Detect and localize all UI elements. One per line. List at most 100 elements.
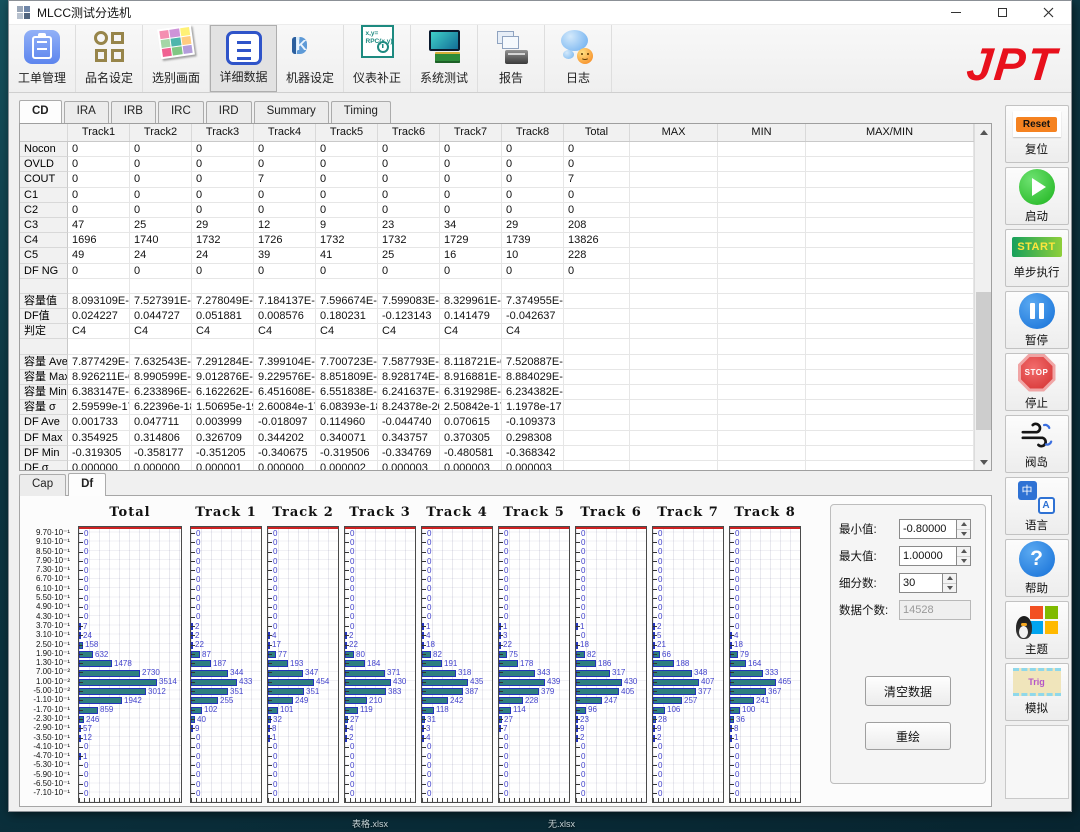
sidebar-button-wind[interactable]: 阀岛: [1005, 415, 1069, 473]
cell: 0: [316, 172, 378, 187]
histogram-bin: 36: [730, 715, 800, 724]
bin-count-label: 0: [350, 530, 354, 538]
tab-timing[interactable]: Timing: [331, 101, 391, 123]
cell: [718, 461, 806, 470]
bin-count-label: 0: [84, 771, 88, 779]
bin-count-label: 4: [734, 632, 738, 640]
cell: [718, 355, 806, 370]
min-value-field[interactable]: -0.80000: [899, 519, 957, 539]
axis-tick-icon: [268, 765, 272, 766]
min-value-spinner[interactable]: [957, 519, 971, 539]
toolbar-button-log[interactable]: 日志: [545, 25, 612, 92]
bin-count-label: 0: [84, 604, 88, 612]
desktop-file-label[interactable]: 无.xlsx: [548, 817, 575, 830]
cell: 7.527391E-06: [130, 294, 192, 309]
histogram-bar: [191, 697, 218, 704]
bin-count-label: 0: [196, 539, 200, 547]
toolbar-button-product-name[interactable]: 品名设定: [76, 25, 143, 92]
bin-count-label: 0: [427, 558, 431, 566]
sidebar-button-translate[interactable]: 中A语言: [1005, 477, 1069, 535]
tab-ird[interactable]: IRD: [206, 101, 252, 123]
toolbar-button-meter-calibration[interactable]: x,y= RPC(x,y) 仪表补正: [344, 25, 411, 92]
row-header: 容量 Ave: [20, 355, 68, 370]
bins-field[interactable]: 30: [899, 573, 943, 593]
histogram-bin: 0: [653, 585, 723, 594]
bins-spinner[interactable]: [943, 573, 957, 593]
max-value-field[interactable]: 1.00000: [899, 546, 957, 566]
bin-count-label: 22: [195, 641, 204, 649]
sidebar-button-help[interactable]: ?帮助: [1005, 539, 1069, 597]
toolbar-button-detail-data[interactable]: 详细数据: [210, 25, 277, 92]
axis-tick-icon: [499, 589, 503, 590]
cell: 0: [316, 142, 378, 157]
histogram-bin: 0: [730, 529, 800, 538]
cell: [630, 415, 718, 430]
cell: 0: [316, 264, 378, 279]
histogram-bar: [422, 688, 463, 695]
sidebar-button-play[interactable]: 启动: [1005, 167, 1069, 225]
cell: 0.003999: [192, 415, 254, 430]
bin-count-label: 28: [658, 716, 667, 724]
cell: 0: [440, 172, 502, 187]
axis-tick-icon: [79, 756, 83, 757]
tab-cd[interactable]: CD: [19, 100, 62, 123]
sidebar-button-theme[interactable]: 主题: [1005, 601, 1069, 659]
minimize-button[interactable]: [933, 1, 979, 24]
toolbar-button-machine-settings[interactable]: K 机器设定: [277, 25, 344, 92]
histogram-bin: 7: [499, 724, 569, 733]
cell: 25: [130, 218, 192, 233]
bin-count-label: 18: [580, 641, 589, 649]
axis-tick-icon: [499, 728, 503, 729]
histogram-bin: 0: [422, 752, 492, 761]
axis-tick-icon: [422, 626, 426, 627]
axis-tick-icon: [653, 765, 657, 766]
axis-tick-icon: [730, 607, 734, 608]
histogram-bin: 0: [191, 603, 261, 612]
clear-data-button[interactable]: 清空数据: [865, 676, 951, 706]
sidebar-button-stop[interactable]: STOP停止: [1005, 353, 1069, 411]
desktop-file-label[interactable]: 表格.xlsx: [352, 817, 388, 830]
cell: [192, 279, 254, 294]
scroll-up-arrow[interactable]: [976, 124, 991, 140]
redraw-button[interactable]: 重绘: [865, 722, 951, 750]
cell: 39: [254, 248, 316, 263]
sidebar-button-pause[interactable]: 暂停: [1005, 291, 1069, 349]
tab-irc[interactable]: IRC: [158, 101, 204, 123]
axis-tick-icon: [653, 598, 657, 599]
tab-cap[interactable]: Cap: [19, 474, 66, 496]
histogram-bin: 0: [268, 761, 338, 770]
scrollbar-thumb[interactable]: [976, 292, 991, 430]
table-scrollbar[interactable]: [974, 124, 991, 470]
cell: [630, 431, 718, 446]
tab-irb[interactable]: IRB: [111, 101, 156, 123]
table-row: 容量 Min6.383147E-066.233896E-066.162262E-…: [20, 385, 974, 400]
axis-tick-icon: [730, 589, 734, 590]
histogram-bin: 0: [268, 613, 338, 622]
max-value-spinner[interactable]: [957, 546, 971, 566]
sidebar-button-start[interactable]: START单步执行: [1005, 229, 1069, 287]
tab-df[interactable]: Df: [68, 473, 106, 496]
axis-tick-icon: [345, 784, 349, 785]
toolbar-button-system-test[interactable]: 系统测试: [411, 25, 478, 92]
table-row: 容量 Max8.926211E-068.990599E-069.012876E-…: [20, 370, 974, 385]
toolbar-button-report[interactable]: 报告: [478, 25, 545, 92]
histogram-bin: 100: [730, 706, 800, 715]
toolbar-button-work-order[interactable]: 工单管理: [9, 25, 76, 92]
cell: -0.319506: [316, 446, 378, 461]
close-button[interactable]: [1025, 1, 1071, 24]
axis-tick-icon: [79, 719, 83, 720]
bin-count-label: 9: [580, 725, 584, 733]
toolbar-button-sorting-screen[interactable]: 选别画面: [143, 25, 210, 92]
sidebar-button-reset[interactable]: Reset复位: [1005, 105, 1069, 163]
histogram-bin: 241: [730, 696, 800, 705]
scroll-down-arrow[interactable]: [976, 454, 991, 470]
maximize-button[interactable]: [979, 1, 1025, 24]
sidebar-button-simulate[interactable]: Trig模拟: [1005, 663, 1069, 721]
y-axis-labels: 9.70·10⁻¹9.10·10⁻¹8.50·10⁻¹7.90·10⁻¹7.30…: [20, 504, 74, 798]
tab-summary[interactable]: Summary: [254, 101, 329, 123]
cell: [630, 461, 718, 470]
cell: 0: [254, 264, 316, 279]
histogram-bin: 0: [422, 557, 492, 566]
histogram-bin: 439: [499, 678, 569, 687]
tab-ira[interactable]: IRA: [64, 101, 109, 123]
